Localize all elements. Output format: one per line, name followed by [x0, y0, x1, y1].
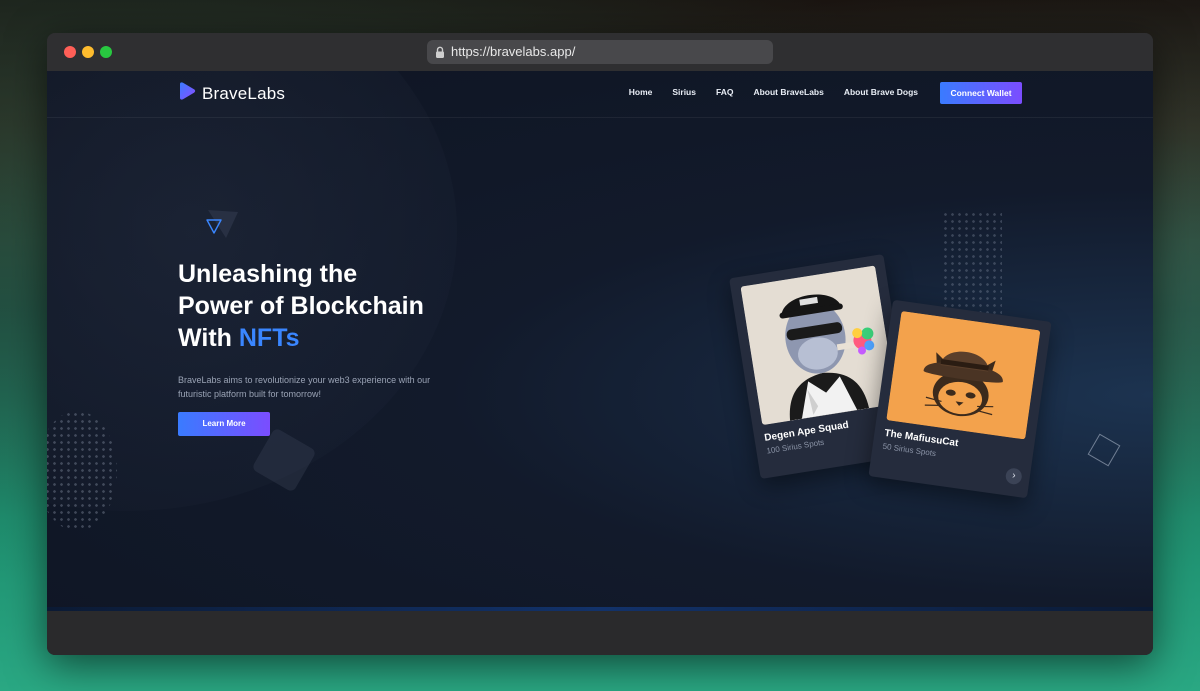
hero-description: BraveLabs aims to revolutionize your web…: [178, 375, 431, 399]
decorative-outline-square: [1087, 433, 1121, 467]
hero-title-prefix: With: [178, 324, 239, 352]
url-text: https://bravelabs.app/: [451, 44, 576, 59]
brand-logo[interactable]: BraveLabs: [177, 81, 285, 106]
hero-title-line-3: With NFTs: [178, 322, 498, 354]
learn-more-button[interactable]: Learn More: [178, 412, 270, 436]
nav-links: Home Sirius FAQ About BraveLabs About Br…: [629, 87, 918, 97]
maximize-window-button[interactable]: [100, 46, 112, 58]
nav-link-faq[interactable]: FAQ: [716, 87, 733, 97]
bravelabs-logo-icon: [177, 81, 197, 106]
cat-nft-artwork: [886, 311, 1041, 440]
web-page: BraveLabs Home Sirius FAQ About BraveLab…: [47, 71, 1153, 611]
brand-name: BraveLabs: [202, 83, 286, 103]
nav-link-home[interactable]: Home: [629, 87, 653, 97]
hero-title-line-1: Unleashing the: [178, 260, 358, 288]
triangle-decoration-icon: [202, 206, 242, 247]
dot-pattern-right: [942, 211, 1002, 321]
close-window-button[interactable]: [64, 46, 76, 58]
nav-link-sirius[interactable]: Sirius: [672, 87, 696, 97]
lock-icon: [429, 46, 451, 59]
browser-titlebar: https://bravelabs.app/: [47, 33, 1153, 71]
nft-card-the-mafiusucat[interactable]: The MafiusuCat 50 Sirius Spots ›: [868, 299, 1052, 499]
nav-link-about-bravelabs[interactable]: About BraveLabs: [753, 87, 823, 97]
address-bar[interactable]: https://bravelabs.app/: [427, 40, 773, 64]
connect-wallet-button[interactable]: Connect Wallet: [940, 82, 1022, 104]
hero-title: Unleashing the Power of Blockchain With …: [178, 258, 498, 354]
browser-bottom-bar: [47, 611, 1153, 655]
site-navbar: BraveLabs Home Sirius FAQ About BraveLab…: [47, 71, 1153, 118]
hero-title-highlight: NFTs: [238, 324, 300, 352]
minimize-window-button[interactable]: [82, 46, 94, 58]
browser-window: https://bravelabs.app/ BraveLabs Home Si…: [47, 33, 1153, 655]
hero-title-line-2: Power of Blockchain: [178, 292, 424, 320]
nav-link-about-brave-dogs[interactable]: About Brave Dogs: [844, 87, 918, 97]
ape-nft-artwork: [740, 265, 897, 426]
